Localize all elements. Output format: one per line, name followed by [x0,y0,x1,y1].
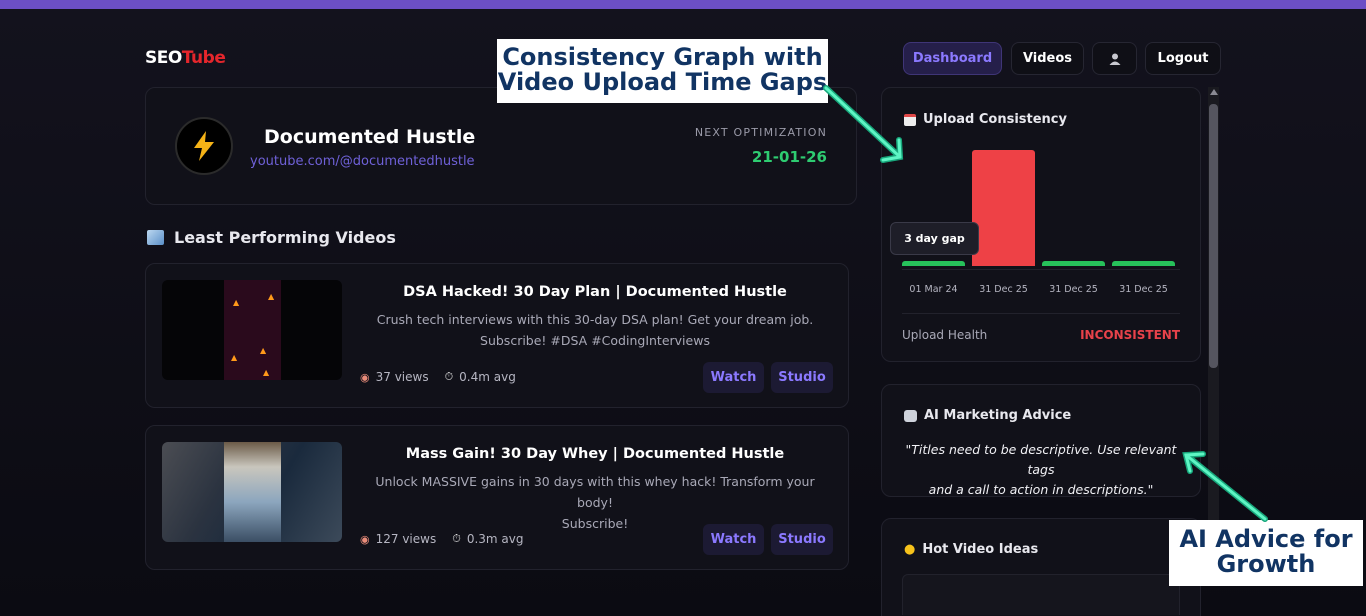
callout-arrows [823,85,1268,522]
arrow-to-advice-inner [1184,452,1267,521]
